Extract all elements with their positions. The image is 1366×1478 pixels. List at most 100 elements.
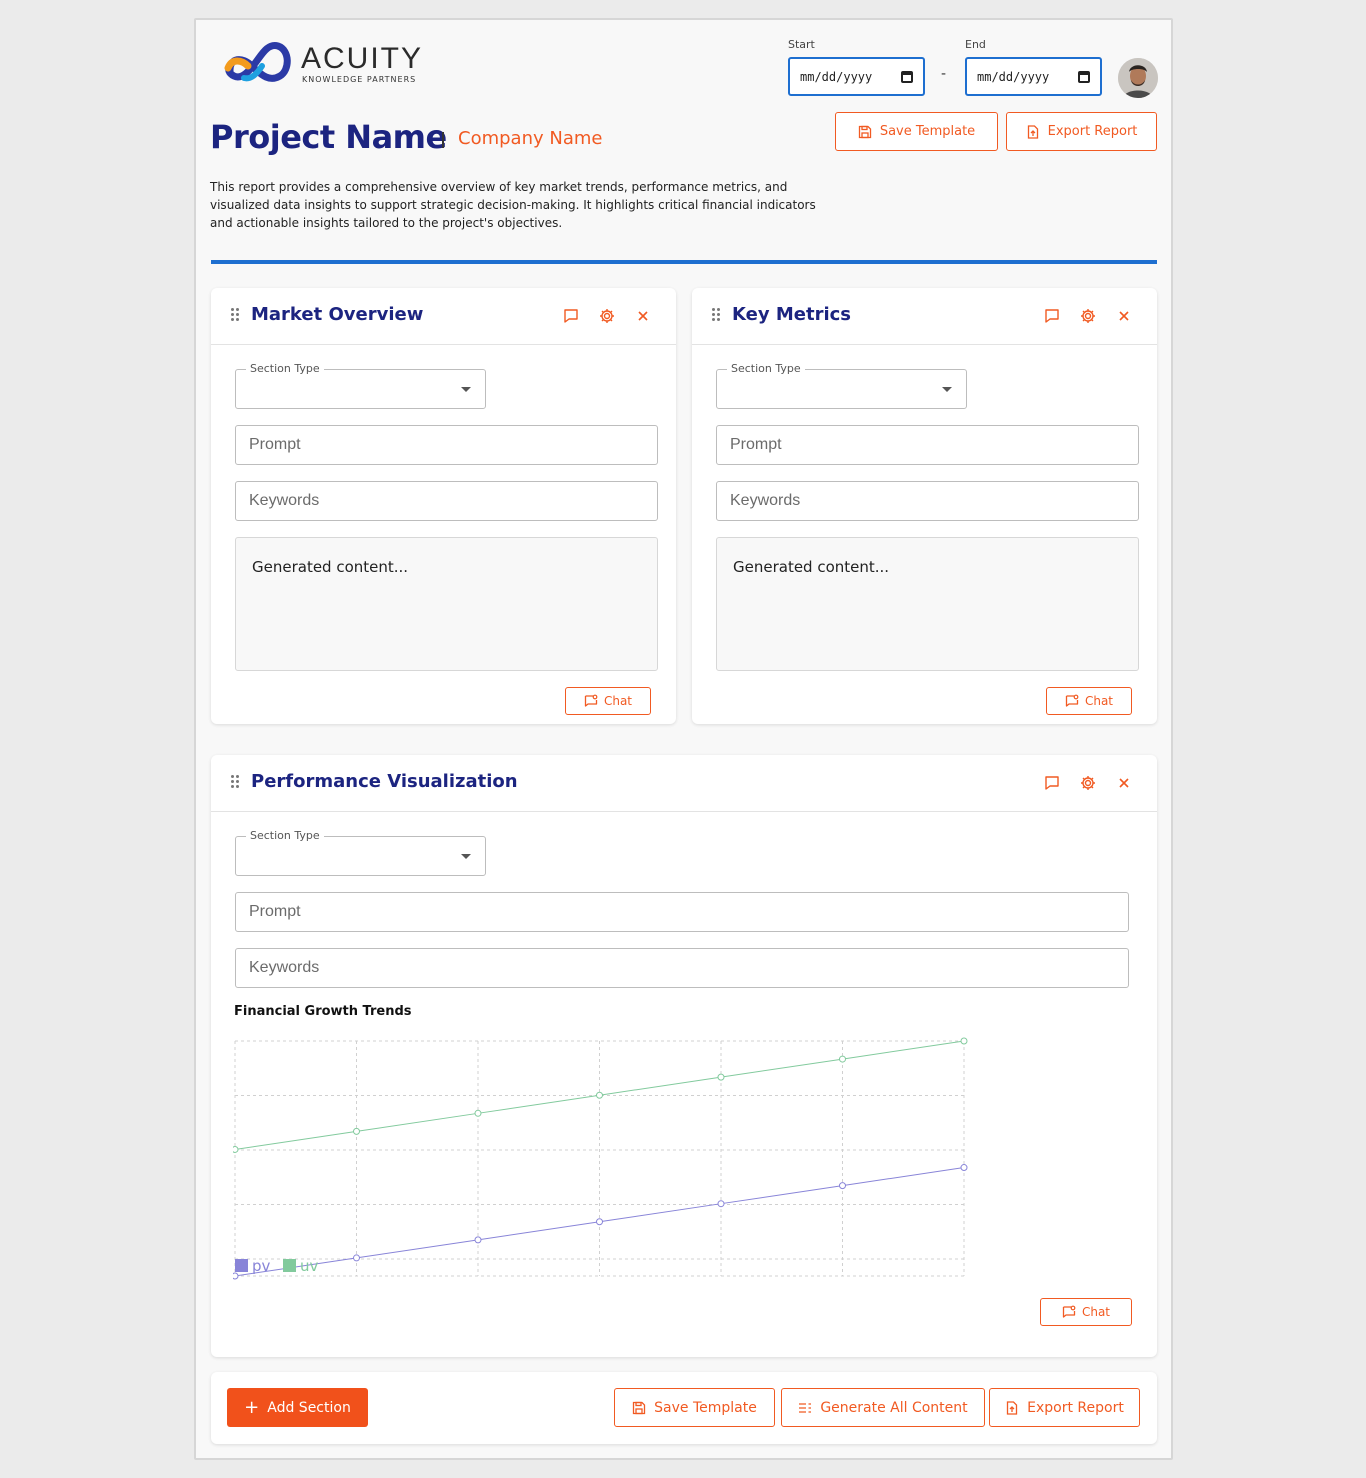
chat-label: Chat <box>1081 1305 1111 1319</box>
gear-icon[interactable] <box>598 307 616 325</box>
close-icon[interactable] <box>1115 774 1133 792</box>
keywords-input[interactable] <box>716 481 1139 521</box>
section-title: Key Metrics <box>732 304 851 325</box>
save-template-button[interactable]: Save Template <box>835 112 998 151</box>
data-point-pv <box>839 1182 846 1190</box>
report-builder-page: ACUITY KNOWLEDGE PARTNERS Start mm/dd/yy… <box>194 18 1173 1460</box>
report-description: This report provides a comprehensive ove… <box>210 180 816 230</box>
save-icon <box>632 1401 646 1414</box>
export-report-button[interactable]: Export Report <box>1006 112 1157 151</box>
infinity-logo-icon <box>224 42 291 82</box>
close-icon[interactable] <box>1115 307 1133 325</box>
keywords-input[interactable] <box>235 481 658 521</box>
end-date-input[interactable]: mm/dd/yyyy <box>965 57 1102 96</box>
list-icon <box>799 1402 812 1413</box>
export-report-label: Export Report <box>1047 124 1138 139</box>
comment-icon[interactable] <box>1043 774 1061 792</box>
chat-button[interactable]: Chat <box>1046 687 1132 715</box>
brand-name: ACUITY <box>301 42 424 75</box>
end-date-label: End <box>965 38 986 51</box>
legend-swatch-pv <box>235 1259 248 1272</box>
chat-label: Chat <box>1084 694 1114 708</box>
prompt-input[interactable] <box>716 425 1139 465</box>
end-date-group: End mm/dd/yyyy <box>965 38 1102 96</box>
section-card-performance-visualization: Performance Visualization Section Type F… <box>211 755 1157 1357</box>
chevron-down-icon <box>461 854 471 859</box>
drag-handle-icon[interactable] <box>231 775 239 789</box>
data-point-uv <box>839 1055 846 1063</box>
financial-growth-chart: pv uv <box>233 1037 968 1280</box>
gear-icon[interactable] <box>1079 307 1097 325</box>
add-section-label: Add Section <box>267 1399 351 1416</box>
add-section-button[interactable]: + Add Section <box>227 1388 368 1427</box>
generated-content-area[interactable]: Generated content... <box>235 537 658 671</box>
title-divider <box>442 132 444 148</box>
chat-icon <box>584 694 598 707</box>
data-point-uv <box>960 1037 968 1045</box>
save-template-label: Save Template <box>879 124 976 139</box>
user-avatar[interactable] <box>1118 58 1158 98</box>
calendar-icon[interactable] <box>1078 70 1090 83</box>
comment-icon[interactable] <box>562 307 580 325</box>
calendar-icon[interactable] <box>901 70 913 83</box>
section-type-label: Section Type <box>246 362 324 375</box>
data-point-uv <box>474 1109 482 1117</box>
start-date-group: Start mm/dd/yyyy <box>788 38 925 96</box>
section-type-label: Section Type <box>246 829 324 842</box>
close-icon[interactable] <box>634 307 652 325</box>
export-report-label: Export Report <box>1027 1399 1124 1416</box>
section-type-select[interactable]: Section Type <box>235 829 486 876</box>
section-type-select[interactable]: Section Type <box>235 362 486 409</box>
section-type-label: Section Type <box>727 362 805 375</box>
plus-icon: + <box>244 1396 260 1418</box>
save-template-button[interactable]: Save Template <box>614 1388 775 1427</box>
data-point-uv <box>353 1127 360 1135</box>
start-date-input[interactable]: mm/dd/yyyy <box>788 57 925 96</box>
save-icon <box>858 125 871 138</box>
company-name: Company Name <box>458 128 603 149</box>
legend-label-pv: pv <box>252 1257 271 1275</box>
legend-swatch-uv <box>283 1259 296 1272</box>
prompt-input[interactable] <box>235 892 1129 932</box>
export-report-button[interactable]: Export Report <box>989 1388 1140 1427</box>
project-name: Project Name <box>210 118 447 156</box>
chart-title: Financial Growth Trends <box>234 1004 412 1019</box>
export-file-icon <box>1027 124 1038 139</box>
section-card-key-metrics: Key Metrics Section Type Generated conte… <box>692 288 1157 724</box>
generate-all-content-button[interactable]: Generate All Content <box>781 1388 985 1427</box>
drag-handle-icon[interactable] <box>712 308 720 322</box>
generated-content-area[interactable]: Generated content... <box>716 537 1139 671</box>
legend-label-uv: uv <box>300 1257 319 1275</box>
chat-button[interactable]: Chat <box>1040 1298 1132 1326</box>
data-point-pv <box>233 1272 239 1280</box>
start-date-label: Start <box>788 38 815 51</box>
end-date-placeholder: mm/dd/yyyy <box>977 69 1050 84</box>
chat-icon <box>1065 694 1079 707</box>
gear-icon[interactable] <box>1079 774 1097 792</box>
bottom-action-bar: + Add Section Save Template Generate All… <box>211 1372 1157 1444</box>
export-file-icon <box>1007 1400 1018 1415</box>
drag-handle-icon[interactable] <box>231 308 239 322</box>
section-type-select[interactable]: Section Type <box>716 362 967 409</box>
section-card-market-overview: Market Overview Section Type Generated c… <box>211 288 676 724</box>
data-point-uv <box>596 1091 603 1099</box>
section-header: Key Metrics <box>692 288 1157 345</box>
brand-tagline: KNOWLEDGE PARTNERS <box>302 75 417 84</box>
section-title: Performance Visualization <box>251 771 518 792</box>
data-point-uv <box>717 1073 725 1081</box>
chat-icon <box>1062 1305 1076 1318</box>
comment-icon[interactable] <box>1043 307 1061 325</box>
acuity-logo: ACUITY KNOWLEDGE PARTNERS <box>224 40 424 88</box>
keywords-input[interactable] <box>235 948 1129 988</box>
chat-button[interactable]: Chat <box>565 687 651 715</box>
data-point-pv <box>717 1200 725 1208</box>
header-divider <box>211 260 1157 264</box>
data-point-uv <box>233 1145 239 1153</box>
start-date-placeholder: mm/dd/yyyy <box>800 69 873 84</box>
data-point-pv <box>960 1164 968 1172</box>
section-header: Market Overview <box>211 288 676 345</box>
date-separator: - <box>941 66 947 82</box>
prompt-input[interactable] <box>235 425 658 465</box>
generate-all-label: Generate All Content <box>820 1399 968 1416</box>
avatar-icon <box>1118 58 1158 98</box>
